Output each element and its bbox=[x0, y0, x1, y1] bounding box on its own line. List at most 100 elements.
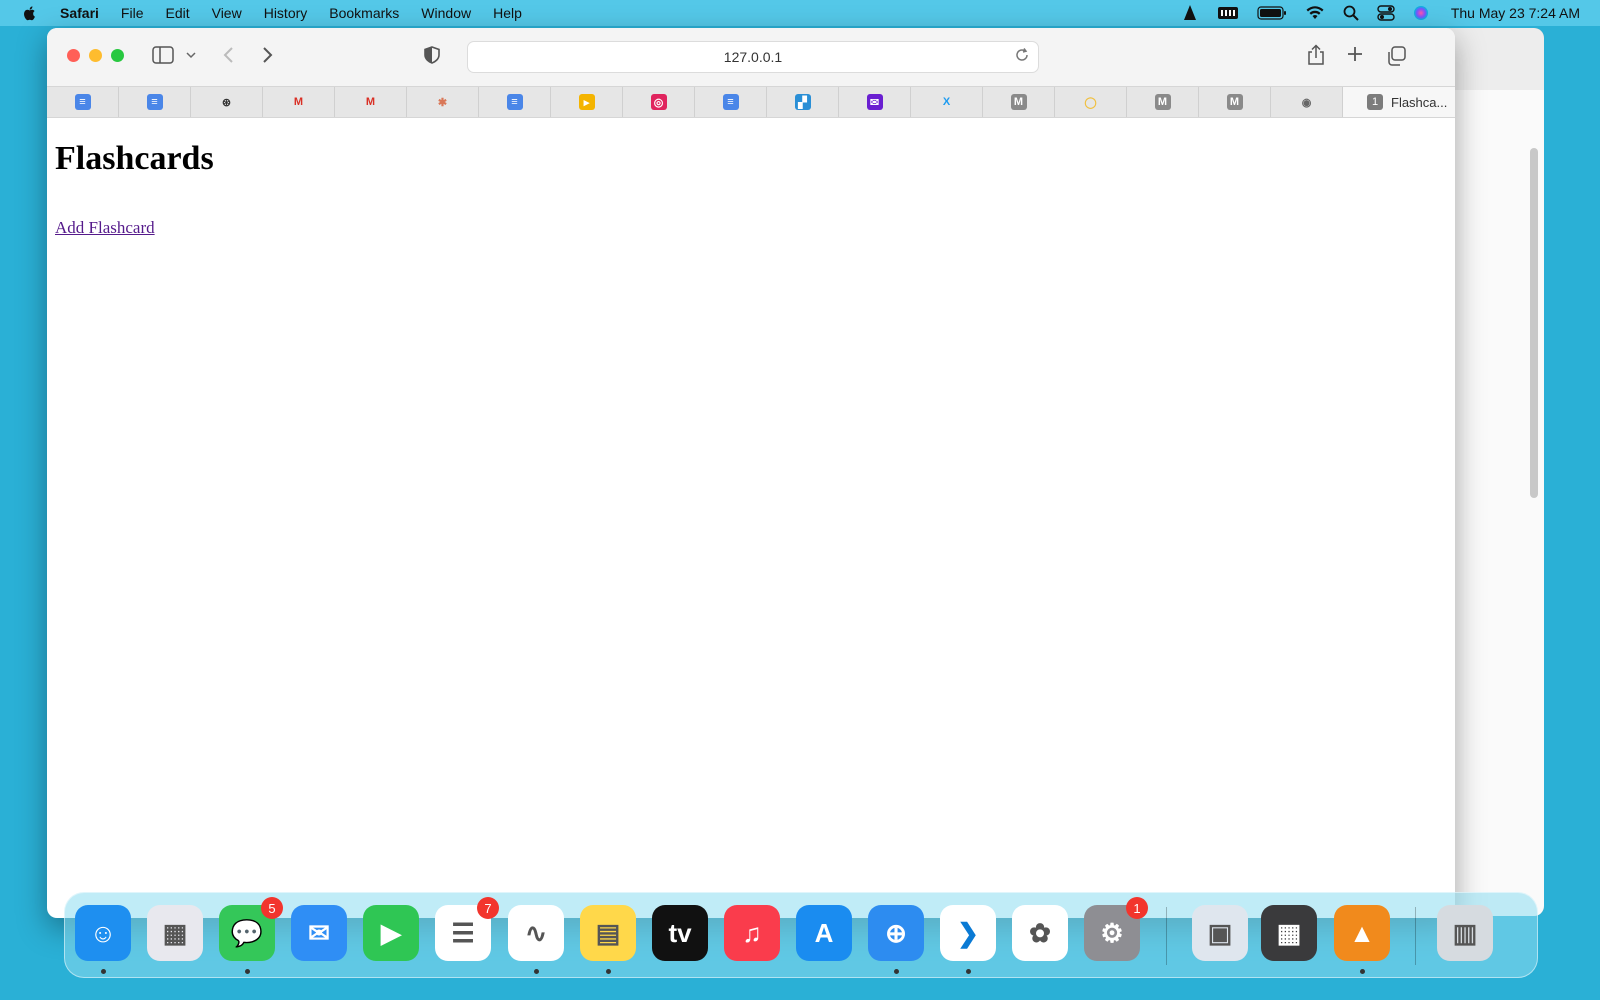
safari-toolbar: 127.0.0.1 bbox=[47, 28, 1455, 86]
control-center-icon[interactable] bbox=[1377, 5, 1395, 21]
pinned-tab-10[interactable]: ≡ bbox=[695, 87, 767, 117]
clock[interactable]: Thu May 23 7:24 AM bbox=[1451, 5, 1580, 21]
pinned-tab-3[interactable]: ⊛ bbox=[191, 87, 263, 117]
dock-vlc[interactable]: ▲ bbox=[1334, 905, 1390, 961]
keyboard-icon[interactable] bbox=[1217, 5, 1239, 21]
tab-overview-icon[interactable] bbox=[1386, 46, 1406, 66]
target-icon: ◎ bbox=[650, 94, 667, 110]
privacy-shield-icon[interactable] bbox=[424, 46, 440, 64]
close-button[interactable] bbox=[67, 49, 80, 62]
menu-bar: Safari File Edit View History Bookmarks … bbox=[0, 0, 1600, 26]
dock-photos[interactable]: ✿ bbox=[1012, 905, 1068, 961]
dock-safari[interactable]: ⊕ bbox=[868, 905, 924, 961]
dock-facetime[interactable]: ▶ bbox=[363, 905, 419, 961]
dock-freeform[interactable]: ∿ bbox=[508, 905, 564, 961]
dock-system-settings[interactable]: ⚙ 1 bbox=[1084, 897, 1148, 961]
facetime-icon: ▶ bbox=[381, 917, 401, 948]
tab-bar: ≡ ≡ ⊛ M M ✱ ≡ ▸ ◎ ≡ ▞ ✉ X M ◯ M M ◉ 1 Flashca... bbox=[47, 86, 1455, 118]
apple-tv-icon: tv bbox=[668, 917, 692, 948]
pinned-tab-14[interactable]: M bbox=[983, 87, 1055, 117]
dock-apple-tv[interactable]: tv bbox=[652, 905, 708, 961]
pinned-tab-5[interactable]: M bbox=[335, 87, 407, 117]
google-docs-icon: ≡ bbox=[146, 94, 163, 110]
launchpad-icon: ▦ bbox=[162, 917, 188, 948]
pinned-tab-6[interactable]: ✱ bbox=[407, 87, 479, 117]
dock-calculator[interactable]: ▦ bbox=[1261, 905, 1317, 961]
dock-launchpad[interactable]: ▦ bbox=[147, 905, 203, 961]
app-store-icon: A bbox=[814, 917, 834, 948]
dock-separator bbox=[1166, 907, 1167, 965]
siri-icon[interactable] bbox=[1413, 5, 1429, 21]
back-icon[interactable] bbox=[222, 46, 236, 64]
notification-badge: 5 bbox=[261, 897, 283, 919]
dock-vscode[interactable]: ❯ bbox=[940, 905, 996, 961]
google-docs-icon: ≡ bbox=[506, 94, 523, 110]
sidebar-icon[interactable] bbox=[152, 46, 174, 64]
menu-view[interactable]: View bbox=[212, 5, 242, 21]
pinned-tab-18[interactable]: ◉ bbox=[1271, 87, 1343, 117]
dock-trash[interactable]: ▥ bbox=[1437, 905, 1493, 961]
menu-history[interactable]: History bbox=[264, 5, 308, 21]
pinned-tab-12[interactable]: ✉ bbox=[839, 87, 911, 117]
vlc-icon[interactable] bbox=[1181, 4, 1199, 22]
pinned-tab-13[interactable]: X bbox=[911, 87, 983, 117]
add-flashcard-link[interactable]: Add Flashcard bbox=[55, 218, 155, 238]
dock-mail[interactable]: ✉ bbox=[291, 905, 347, 961]
freeform-icon: ∿ bbox=[525, 917, 547, 948]
pinned-tab-2[interactable]: ≡ bbox=[119, 87, 191, 117]
wifi-icon[interactable] bbox=[1305, 5, 1325, 21]
battery-icon[interactable] bbox=[1257, 6, 1287, 20]
dock-app-store[interactable]: A bbox=[796, 905, 852, 961]
menu-file[interactable]: File bbox=[121, 5, 144, 21]
dock-preview[interactable]: ▣ bbox=[1192, 905, 1248, 961]
share-icon[interactable] bbox=[1307, 44, 1325, 66]
pinned-tab-8[interactable]: ▸ bbox=[551, 87, 623, 117]
tab-flashcards[interactable]: 1 Flashca... bbox=[1343, 87, 1455, 117]
pinned-tab-4[interactable]: M bbox=[263, 87, 335, 117]
pinned-tab-17[interactable]: M bbox=[1199, 87, 1271, 117]
dock-messages[interactable]: 💬 5 bbox=[219, 897, 283, 961]
new-tab-icon[interactable] bbox=[1347, 46, 1363, 62]
mail-icon: ✉ bbox=[866, 94, 883, 110]
menu-safari[interactable]: Safari bbox=[60, 5, 99, 21]
dock-notes[interactable]: ▤ bbox=[580, 905, 636, 961]
dock-finder[interactable]: ☺ bbox=[75, 905, 131, 961]
apple-icon[interactable] bbox=[22, 5, 38, 21]
safari-icon: ⊕ bbox=[885, 917, 907, 948]
music-icon: ♫ bbox=[742, 917, 762, 948]
reload-icon[interactable] bbox=[1014, 47, 1030, 63]
airtable-icon: ▸ bbox=[578, 94, 595, 110]
pinned-tab-16[interactable]: M bbox=[1127, 87, 1199, 117]
pinned-tab-7[interactable]: ≡ bbox=[479, 87, 551, 117]
vscode-icon: ❯ bbox=[957, 917, 979, 948]
minimize-button[interactable] bbox=[89, 49, 102, 62]
running-indicator bbox=[966, 969, 971, 974]
notes-icon: ▤ bbox=[595, 917, 621, 948]
eye-icon: ◉ bbox=[1301, 96, 1312, 109]
chatgpt-icon: ⊛ bbox=[221, 96, 232, 109]
dock-reminders[interactable]: ☰ 7 bbox=[435, 897, 499, 961]
tab-title: Flashca... bbox=[1391, 94, 1448, 110]
pinned-tab-1[interactable]: ≡ bbox=[47, 87, 119, 117]
address-bar[interactable]: 127.0.0.1 bbox=[467, 41, 1039, 73]
chevron-down-icon[interactable] bbox=[186, 51, 196, 59]
menu-bookmarks[interactable]: Bookmarks bbox=[329, 5, 399, 21]
gmail-icon: M bbox=[365, 96, 376, 108]
squares-icon: ▞ bbox=[794, 94, 811, 110]
pinned-tab-15[interactable]: ◯ bbox=[1055, 87, 1127, 117]
menu-edit[interactable]: Edit bbox=[165, 5, 189, 21]
forward-icon[interactable] bbox=[260, 46, 274, 64]
menu-window[interactable]: Window bbox=[421, 5, 471, 21]
pinned-tab-9[interactable]: ◎ bbox=[623, 87, 695, 117]
preview-icon: ▣ bbox=[1207, 917, 1233, 948]
dock-music[interactable]: ♫ bbox=[724, 905, 780, 961]
dock: ☺ ▦ 💬 5 ✉ ▶ ☰ 7 ∿ ▤ tv ♫ A ⊕ ❯ ✿ ⚙ 1 ▣ ▦ ▲ ▥ bbox=[64, 892, 1538, 978]
pinned-tab-11[interactable]: ▞ bbox=[767, 87, 839, 117]
zoom-button[interactable] bbox=[111, 49, 124, 62]
calculator-icon: ▦ bbox=[1276, 917, 1302, 948]
finder-icon: ☺ bbox=[89, 917, 117, 948]
search-icon[interactable] bbox=[1343, 5, 1359, 21]
background-window-scrollbar[interactable] bbox=[1530, 148, 1538, 498]
address-url[interactable]: 127.0.0.1 bbox=[468, 49, 1038, 65]
menu-help[interactable]: Help bbox=[493, 5, 522, 21]
